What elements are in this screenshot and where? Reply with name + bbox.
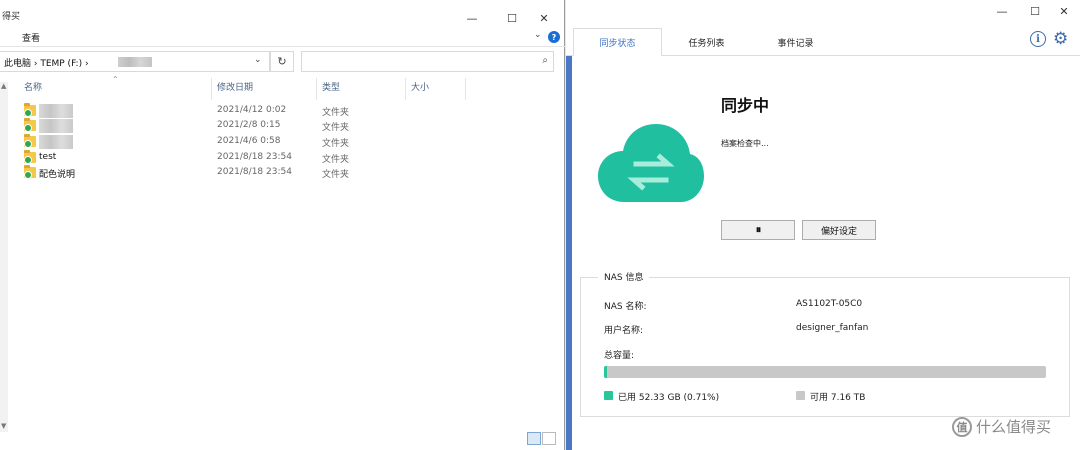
synced-check-icon — [24, 124, 32, 132]
search-input[interactable]: ⌕ — [301, 51, 554, 72]
synced-check-icon — [24, 109, 32, 117]
user-name-value: designer_fanfan — [796, 323, 869, 333]
file-type: 文件夹 — [322, 139, 350, 149]
tab-task-list[interactable]: 任务列表 — [662, 28, 751, 56]
pause-button[interactable]: ⏸ — [721, 220, 795, 240]
redacted-name — [39, 119, 73, 133]
column-header-size[interactable]: 大小 — [411, 80, 429, 100]
site-watermark: 值 什么值得买 — [952, 416, 1051, 437]
file-list-row[interactable]: 2021/4/12 0:02 文件夹 — [22, 103, 542, 119]
preferences-button[interactable]: 偏好设定 — [802, 220, 876, 240]
file-type: 文件夹 — [322, 108, 350, 118]
info-icon[interactable]: i — [1030, 31, 1046, 47]
explorer-title: 得买 — [2, 12, 21, 22]
large-icons-view-icon[interactable] — [542, 432, 556, 445]
file-name: test — [39, 152, 57, 162]
column-header-type[interactable]: 类型 — [322, 80, 340, 100]
window-edge-accent — [566, 56, 572, 450]
nas-name-label: NAS 名称: — [604, 302, 647, 312]
column-header-date[interactable]: 修改日期 — [217, 80, 253, 100]
help-icon[interactable]: ? — [548, 31, 560, 43]
minimize-icon[interactable]: — — [984, 2, 1020, 20]
file-date: 2021/4/6 0:58 — [217, 136, 281, 146]
sync-status-title: 同步中 — [721, 96, 770, 115]
address-redacted — [118, 57, 152, 67]
file-date: 2021/2/8 0:15 — [217, 120, 281, 130]
tab-sync-status[interactable]: 同步状态 — [573, 28, 662, 56]
app-tabs: 同步状态 任务列表 事件记录 — [566, 28, 1080, 56]
file-list-row[interactable]: 2021/2/8 0:15 文件夹 — [22, 118, 542, 134]
file-list-row[interactable]: 配色说明 2021/8/18 23:54 文件夹 — [22, 165, 542, 181]
free-legend-swatch — [796, 391, 805, 400]
tab-event-log[interactable]: 事件记录 — [751, 28, 840, 56]
sync-status-detail: 档案检查中... — [721, 139, 769, 148]
cloud-sync-icon — [598, 124, 704, 202]
file-list-row[interactable]: 2021/4/6 0:58 文件夹 — [22, 134, 542, 150]
ribbon-tab-view[interactable]: 查看 — [22, 31, 40, 44]
details-view-icon[interactable] — [527, 432, 541, 445]
pause-icon: ⏸ — [755, 223, 761, 236]
redacted-name — [39, 104, 73, 118]
file-date: 2021/4/12 0:02 — [217, 105, 287, 115]
watermark-logo-icon: 值 — [952, 416, 972, 437]
column-header-name[interactable]: 名称 — [24, 80, 42, 100]
synced-check-icon — [24, 156, 32, 164]
sync-app-window: — ☐ ✕ 同步状态 任务列表 事件记录 i ⚙ 同步中 档案检查中... ⏸ … — [566, 0, 1080, 450]
user-name-label: 用户名称: — [604, 326, 644, 336]
file-list-row[interactable]: test 2021/8/18 23:54 文件夹 — [22, 150, 542, 166]
explorer-titlebar: 得买 — ☐ ✕ — [0, 3, 565, 27]
file-type: 文件夹 — [322, 170, 350, 180]
watermark-text: 什么值得买 — [976, 418, 1052, 436]
sort-up-icon: ⌃ — [112, 75, 119, 84]
app-titlebar: — ☐ ✕ — [566, 0, 1080, 24]
column-divider[interactable] — [465, 78, 466, 100]
used-legend-swatch — [604, 391, 613, 400]
ribbon: 查看 ⌄ ? — [0, 27, 565, 47]
navigation-pane-scrollbar[interactable] — [0, 82, 8, 432]
file-date: 2021/8/18 23:54 — [217, 167, 292, 177]
column-divider[interactable] — [405, 78, 406, 100]
gear-icon[interactable]: ⚙ — [1053, 29, 1068, 49]
chevron-down-icon[interactable]: ⌄ — [254, 55, 262, 65]
used-capacity-text: 已用 52.33 GB (0.71%) — [618, 393, 720, 403]
capacity-bar — [604, 366, 1046, 378]
scroll-down-icon[interactable]: ▼ — [1, 422, 6, 430]
close-icon[interactable]: ✕ — [1046, 2, 1080, 20]
search-icon: ⌕ — [542, 55, 548, 66]
file-type: 文件夹 — [322, 123, 350, 133]
view-toggle — [527, 432, 557, 447]
free-capacity-text: 可用 7.16 TB — [810, 393, 866, 403]
nas-info-legend: NAS 信息 — [598, 270, 650, 283]
address-bar[interactable]: 此电脑 › TEMP (F:) › ⌄ — [0, 51, 270, 72]
column-divider[interactable] — [211, 78, 212, 100]
file-type: 文件夹 — [322, 155, 350, 165]
synced-check-icon — [24, 140, 32, 148]
chevron-down-icon[interactable]: ⌄ — [534, 30, 542, 40]
file-date: 2021/8/18 23:54 — [217, 152, 292, 162]
synced-check-icon — [24, 171, 32, 179]
address-path: 此电脑 › TEMP (F:) › — [4, 59, 89, 69]
capacity-used-fill — [604, 366, 608, 378]
refresh-icon[interactable]: ↻ — [270, 51, 294, 72]
nas-name-value: AS1102T-05C0 — [796, 299, 863, 309]
redacted-name — [39, 135, 73, 149]
column-divider[interactable] — [316, 78, 317, 100]
file-name: 配色说明 — [39, 170, 76, 180]
capacity-label: 总容量: — [604, 351, 635, 361]
scroll-up-icon[interactable]: ▲ — [1, 82, 6, 90]
file-explorer-window: 得买 — ☐ ✕ 查看 ⌄ ? 此电脑 › TEMP (F:) › ⌄ ↻ ⌕ … — [0, 0, 565, 450]
